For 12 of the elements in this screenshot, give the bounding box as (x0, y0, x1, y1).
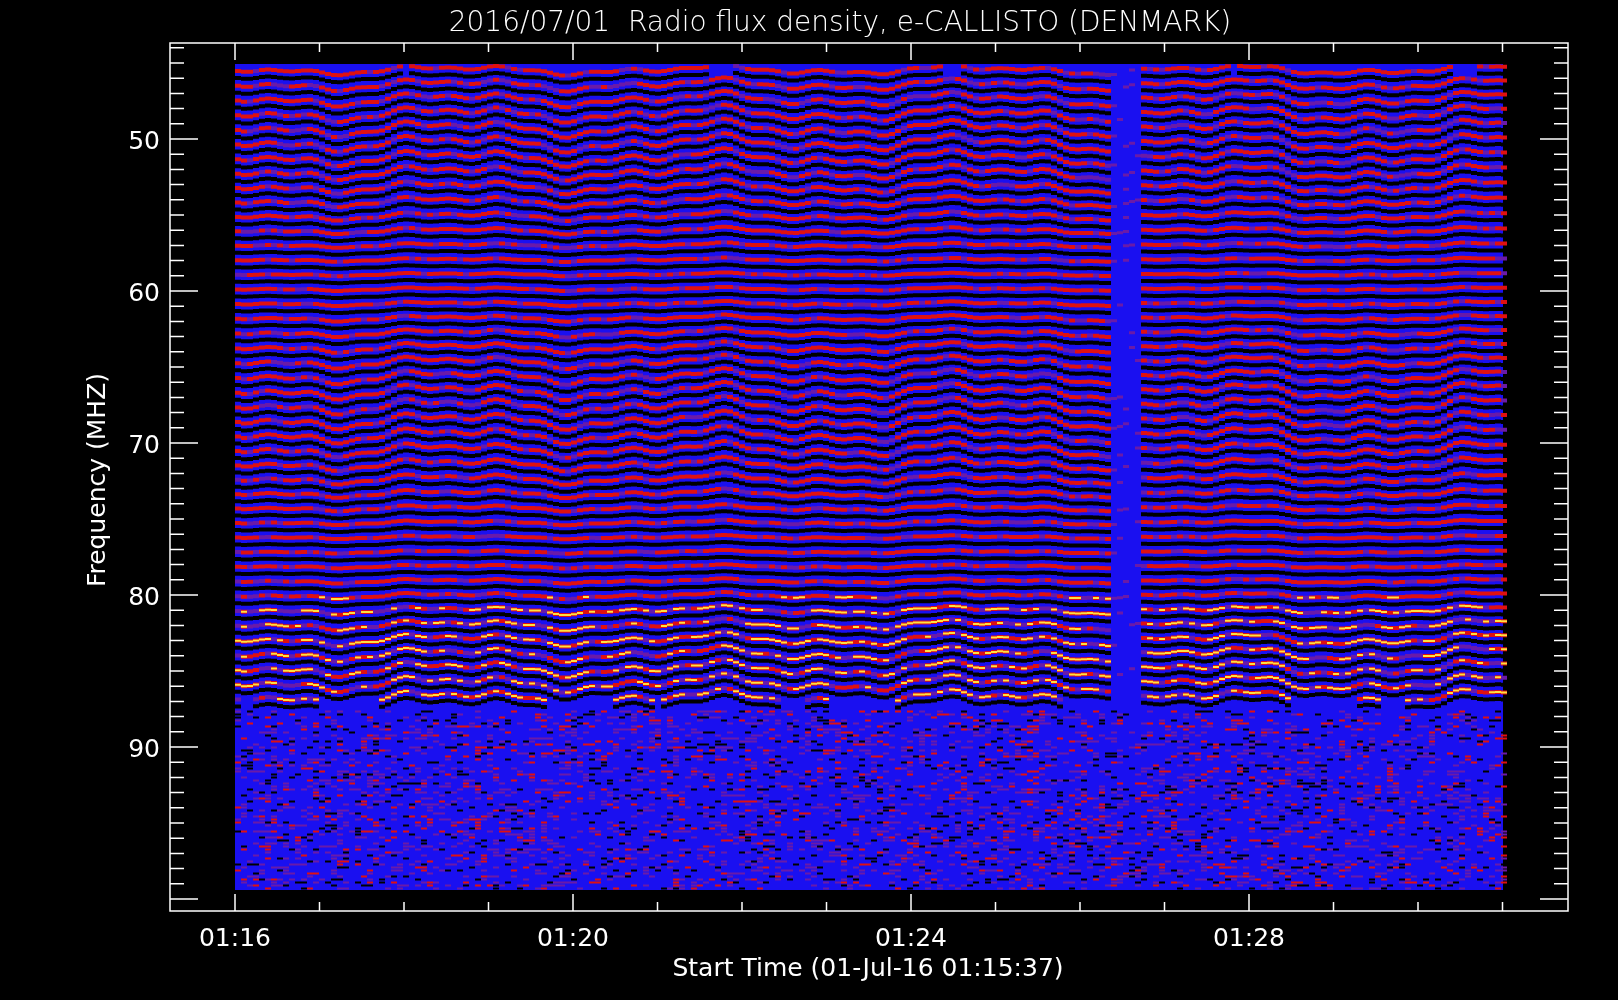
tick-label: 01:24 (875, 923, 947, 952)
tick-label: 60 (128, 278, 160, 307)
tick-label: 80 (128, 582, 160, 611)
tick-label: 01:16 (199, 923, 271, 952)
tick-label: 90 (128, 734, 160, 763)
tick-label: 01:20 (537, 923, 609, 952)
tick-label: 01:28 (1213, 923, 1285, 952)
chart-title: 2016/07/01 Radio flux density, e-CALLISTO (DENMARK) (448, 5, 1232, 38)
axis-label: Frequency (MHZ) (82, 372, 111, 588)
tick-label: 70 (128, 430, 160, 459)
axis-label: Start Time (01-Jul-16 01:15:37) (672, 953, 1064, 982)
tick-label: 50 (128, 126, 160, 155)
